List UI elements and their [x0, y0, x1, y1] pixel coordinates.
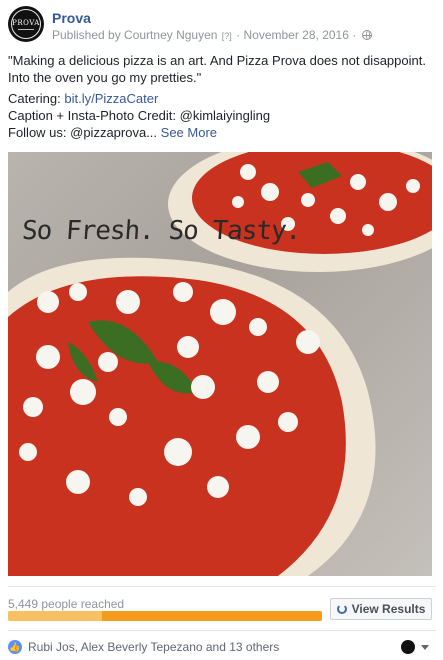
page-name-link[interactable]: Prova: [52, 10, 91, 26]
reach-bar: [8, 611, 322, 621]
post-header: PROVA Prova Published by Courtney Nguyen…: [8, 6, 438, 42]
reach-divider: [8, 586, 436, 587]
meta-separator: ·: [236, 28, 241, 42]
catering-label: Catering:: [8, 91, 65, 106]
published-by[interactable]: Published by Courtney Nguyen: [52, 28, 217, 42]
post-meta: Published by Courtney Nguyen [?] · Novem…: [52, 28, 372, 42]
footer-divider: [8, 630, 436, 631]
post-card: PROVA Prova Published by Courtney Nguyen…: [0, 0, 444, 660]
meta-separator-2: ·: [352, 28, 357, 42]
reactions-footer: 👍 Rubi Jos, Alex Beverly Tepezano and 13…: [8, 638, 436, 656]
view-results-button[interactable]: View Results: [330, 598, 432, 620]
avatar-logo-rule: [18, 28, 34, 30]
post-text: "Making a delicious pizza is an art. And…: [8, 52, 436, 141]
post-photo[interactable]: So Fresh. So Tasty.: [8, 152, 432, 576]
page-avatar[interactable]: PROVA: [8, 6, 44, 42]
reach-bar-organic: [8, 611, 103, 621]
follow-text: Follow us: @pizzaprova...: [8, 125, 161, 140]
caption-line: Caption + Insta-Photo Credit: @kimlaiyin…: [8, 108, 271, 123]
avatar-ring: PROVA: [11, 9, 41, 39]
acting-as-avatar[interactable]: [401, 640, 415, 654]
view-results-label: View Results: [351, 602, 426, 616]
follow-line: Follow us: @pizzaprova... See More: [8, 124, 436, 141]
catering-line: Catering: bit.ly/PizzaCater: [8, 90, 436, 107]
globe-icon[interactable]: [361, 30, 372, 40]
reach-bar-paid: [102, 611, 322, 621]
catering-link[interactable]: bit.ly/PizzaCater: [64, 91, 158, 106]
photo-overlay-text: So Fresh. So Tasty.: [20, 216, 302, 246]
likers-text[interactable]: Rubi Jos, Alex Beverly Tepezano and 13 o…: [28, 640, 279, 654]
thumbs-up-icon[interactable]: 👍: [8, 640, 22, 654]
avatar-logo-text: PROVA: [12, 18, 40, 27]
reach-count: 5,449 people reached: [8, 597, 125, 611]
info-marker[interactable]: [?]: [221, 31, 233, 41]
post-quote: "Making a delicious pizza is an art. And…: [8, 53, 426, 85]
see-more-link[interactable]: See More: [161, 125, 217, 140]
post-date[interactable]: November 28, 2016: [243, 28, 348, 42]
refresh-icon: [336, 604, 347, 614]
chevron-down-icon[interactable]: [421, 645, 429, 650]
